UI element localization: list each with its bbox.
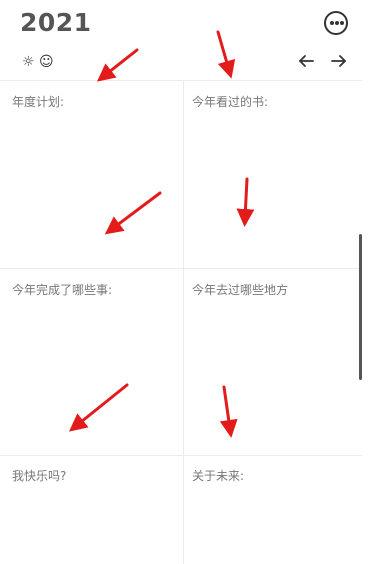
red-arrow-icon xyxy=(216,30,236,79)
red-arrow-icon xyxy=(104,191,162,235)
red-arrow-icon xyxy=(68,383,129,432)
red-arrow-icon xyxy=(96,48,139,82)
red-arrow-icon xyxy=(219,385,238,438)
red-arrow-icon xyxy=(236,177,255,227)
annotation-arrows-overlay xyxy=(68,30,255,438)
page: 2021 ☼ ☺ 年度计划: 今年看过的书: 今年完成了哪些事: 今年去过哪些地… xyxy=(0,0,372,564)
